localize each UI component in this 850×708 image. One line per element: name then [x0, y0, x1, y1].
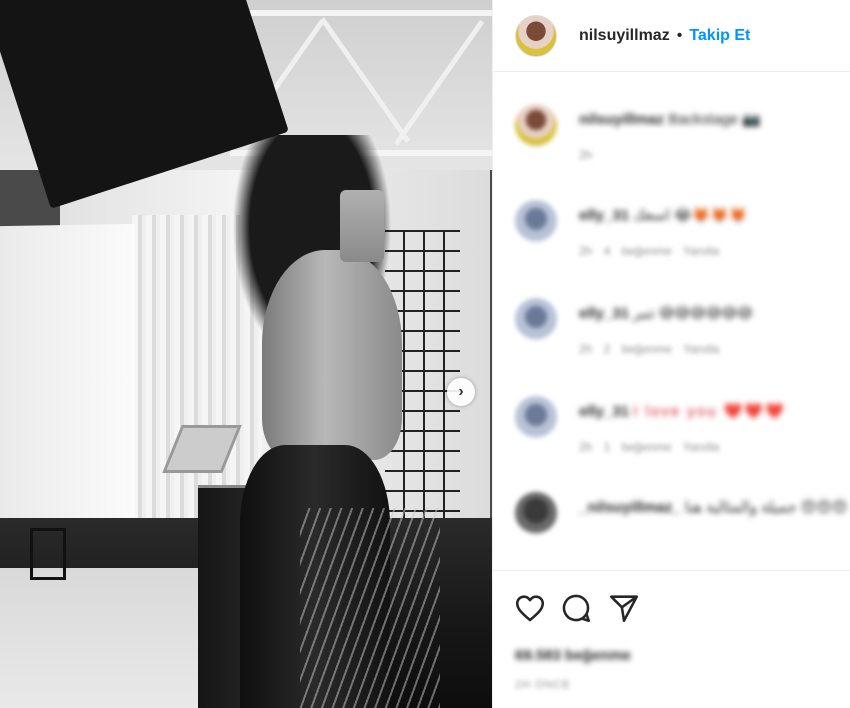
comment-body: جميلة والمثالية هنا 😍😍😍 [684, 499, 848, 516]
comment-time: 2h [579, 244, 593, 258]
comment-body: تنبر 😅😅😅😅😅😅 [633, 305, 753, 322]
comment-time: 2h [579, 440, 593, 454]
comment-body: اسعك 😂🦊🦊🦊 [633, 207, 748, 224]
avatar[interactable] [515, 14, 557, 57]
comment-username[interactable]: _nilsuyillmaz_ [579, 499, 681, 516]
comment-item: nilsuyillmaz Backstage 📷 2h [515, 104, 845, 164]
comment-body: Backstage 📷 [668, 111, 762, 128]
photo-beam [230, 10, 492, 16]
comment-username[interactable]: elly_31 [579, 305, 629, 322]
reply-button[interactable]: Yanıtla [683, 440, 719, 454]
reply-button[interactable]: Yanıtla [683, 244, 719, 258]
post-header: nilsuyillmaz • Takip Et [493, 0, 850, 72]
comment-username[interactable]: elly_31 [579, 403, 629, 420]
post-actions: 69.583 beğenme 2H ÖNCE [493, 570, 850, 708]
comment-text: nilsuyillmaz Backstage 📷 [579, 110, 761, 128]
avatar[interactable] [515, 104, 557, 146]
comment-username[interactable]: elly_31 [579, 207, 629, 224]
heart-icon[interactable] [513, 591, 547, 625]
separator-dot: • [676, 26, 683, 44]
chevron-right-icon: › [458, 383, 464, 400]
next-photo-button[interactable]: › [447, 378, 475, 406]
comment-likes[interactable]: 1 beğenme [604, 440, 672, 454]
comment-item: elly_31 اسعك 😂🦊🦊🦊 2h 4 beğenme Yanıtla [515, 200, 845, 260]
avatar[interactable] [515, 396, 557, 438]
photo-phone [340, 190, 384, 262]
comment-likes[interactable]: 2 beğenme [604, 342, 672, 356]
comment-username[interactable]: nilsuyillmaz [579, 111, 664, 128]
post-photo[interactable]: › [0, 0, 492, 708]
photo-small-frame [30, 528, 66, 580]
comment-meta: 2h 2 beğenme Yanıtla [579, 342, 719, 356]
likes-count[interactable]: 69.583 beğenme [515, 647, 631, 664]
comment-item: elly_31 I love you ❤️❤️❤️ 2h 1 beğenme Y… [515, 396, 845, 456]
comment-item: elly_31 تنبر 😅😅😅😅😅😅 2h 2 beğenme Yanıtla [515, 298, 845, 358]
comment-text: elly_31 اسعك 😂🦊🦊🦊 [579, 206, 748, 224]
avatar[interactable] [515, 200, 557, 242]
comment-icon[interactable] [559, 591, 593, 625]
comment-body: I love you ❤️❤️❤️ [633, 403, 786, 420]
photo-grass [300, 508, 440, 708]
photo-floor-white [0, 568, 230, 708]
comment-list: nilsuyillmaz Backstage 📷 2h elly_31 اسعك… [493, 72, 850, 570]
comment-time: 2h [579, 342, 593, 356]
post-side-panel: nilsuyillmaz • Takip Et nilsuyillmaz Bac… [492, 0, 850, 708]
comment-item: _nilsuyillmaz_ جميلة والمثالية هنا 😍😍😍 [515, 492, 848, 562]
comment-text: elly_31 تنبر 😅😅😅😅😅😅 [579, 304, 753, 322]
share-icon[interactable] [607, 591, 641, 625]
reply-button[interactable]: Yanıtla [683, 342, 719, 356]
post-timestamp: 2H ÖNCE [515, 679, 571, 691]
username-link[interactable]: nilsuyillmaz [579, 27, 670, 45]
comment-meta: 2h 4 beğenme Yanıtla [579, 244, 719, 258]
photo-figure-body [262, 250, 402, 460]
comment-meta: 2h [579, 148, 592, 162]
avatar[interactable] [515, 492, 557, 534]
comment-time: 2h [579, 148, 593, 162]
comment-text: _nilsuyillmaz_ جميلة والمثالية هنا 😍😍😍 [579, 498, 848, 516]
post-viewer: › nilsuyillmaz • Takip Et nilsuyillmaz B… [0, 0, 850, 708]
comment-meta: 2h 1 beğenme Yanıtla [579, 440, 719, 454]
follow-button[interactable]: Takip Et [689, 27, 750, 45]
comment-likes[interactable]: 4 beğenme [604, 244, 672, 258]
avatar[interactable] [515, 298, 557, 340]
comment-text: elly_31 I love you ❤️❤️❤️ [579, 402, 786, 420]
